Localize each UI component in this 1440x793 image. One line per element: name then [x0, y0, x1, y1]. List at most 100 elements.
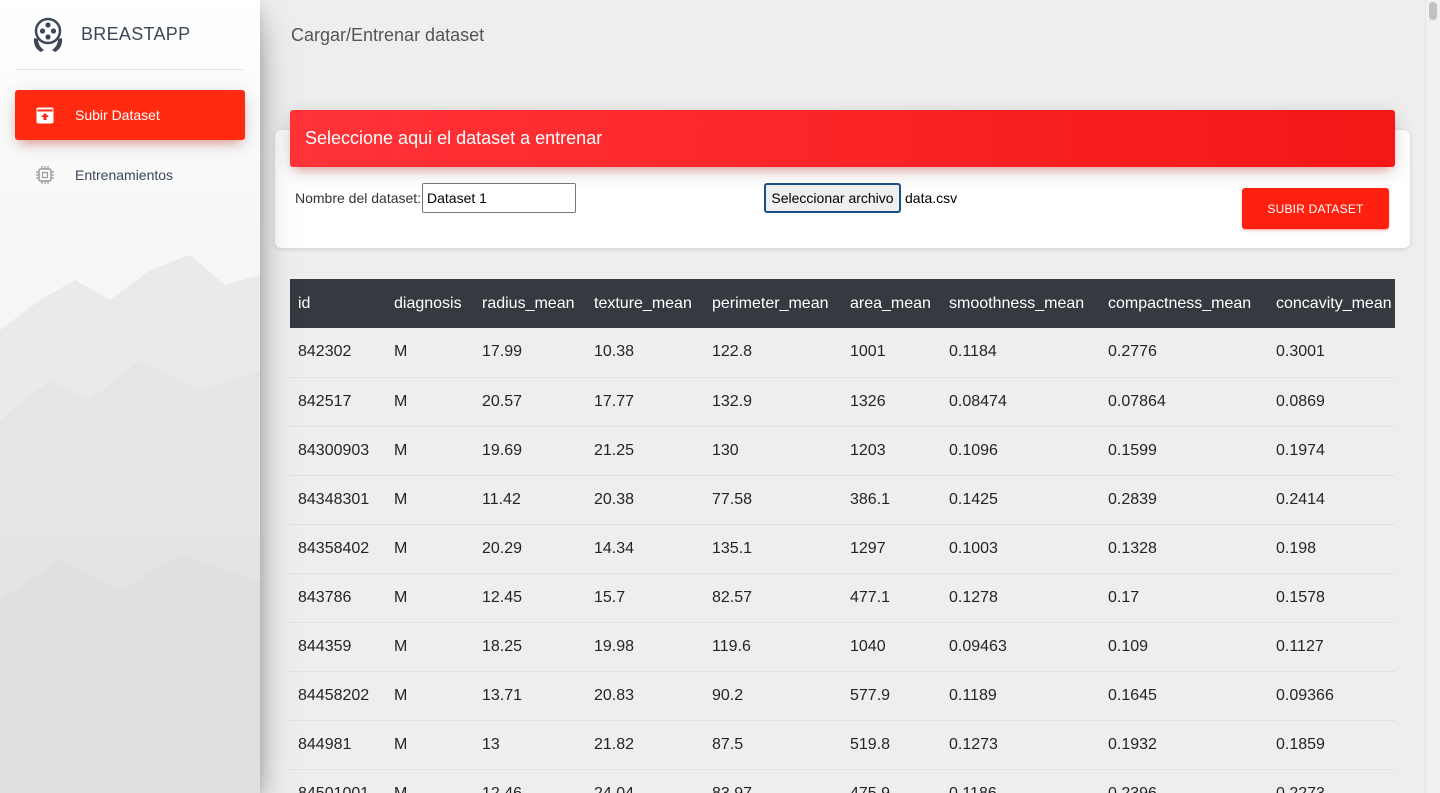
- sidebar-nav: Subir Dataset Entrenamientos: [0, 90, 260, 200]
- sidebar-item-label: Subir Dataset: [75, 107, 160, 123]
- table-cell-area-mean: 577.9: [850, 686, 891, 704]
- app-name: BREASTAPP: [81, 24, 191, 44]
- table-cell-diagnosis: M: [394, 441, 408, 459]
- table-cell-perimeter-mean: 82.57: [712, 588, 753, 606]
- table-cell-texture-mean: 10.38: [594, 343, 635, 361]
- table-body: 842302 M 17.99 10.38 122.8 1001 0.1184 0.2776 0.…: [290, 328, 1395, 793]
- selected-file-name: data.csv: [905, 190, 958, 206]
- table-cell-diagnosis: M: [394, 735, 408, 753]
- table-cell-area-mean: 386.1: [850, 490, 891, 508]
- table-cell-area-mean: 1203: [850, 441, 886, 459]
- upload-card-header: Seleccione aqui el dataset a entrenar: [290, 110, 1395, 167]
- dataset-table: id diagnosis radius_mean texture_mean pe…: [290, 279, 1395, 793]
- table-cell-compactness-mean: 0.1645: [1108, 686, 1157, 704]
- film-reel-hands-icon: [33, 17, 63, 52]
- table-row: 84300903 M 19.69 21.25 130 1203 0.1096 0.1599 0.…: [290, 426, 1395, 475]
- table-cell-perimeter-mean: 83.97: [712, 784, 753, 793]
- table-cell-diagnosis: M: [394, 784, 408, 793]
- table-cell-area-mean: 519.8: [850, 735, 891, 753]
- table-cell-id: 84458202: [298, 686, 370, 704]
- table-cell-smoothness-mean: 0.1184: [949, 343, 997, 361]
- table-cell-id: 84501001: [298, 784, 370, 793]
- select-file-button[interactable]: Seleccionar archivo: [764, 183, 901, 213]
- sidebar-item-label: Entrenamientos: [75, 167, 174, 183]
- table-cell-smoothness-mean: 0.1278: [949, 588, 998, 606]
- table-cell-perimeter-mean: 122.8: [712, 343, 753, 361]
- table-row: 844359 M 18.25 19.98 119.6 1040 0.09463 0.109 0.…: [290, 622, 1395, 671]
- table-row: 842302 M 17.99 10.38 122.8 1001 0.1184 0.2776 0.…: [290, 328, 1395, 377]
- dataset-name-input[interactable]: [422, 183, 576, 213]
- table-row: 842517 M 20.57 17.77 132.9 1326 0.08474 0.07864…: [290, 377, 1395, 426]
- table-cell-perimeter-mean: 132.9: [712, 392, 753, 410]
- table-cell-diagnosis: M: [394, 490, 408, 508]
- table-cell-radius-mean: 20.29: [482, 539, 523, 557]
- table-cell-radius-mean: 12.45: [482, 588, 523, 606]
- column-header-area-mean: area_mean: [850, 294, 931, 312]
- dataset-name-label: Nombre del dataset:: [295, 190, 422, 206]
- table-cell-smoothness-mean: 0.09463: [949, 637, 1007, 655]
- table-cell-radius-mean: 18.25: [482, 637, 523, 655]
- table-cell-perimeter-mean: 119.6: [712, 637, 751, 655]
- table-cell-concavity-mean: 0.3001: [1276, 343, 1325, 361]
- table-cell-radius-mean: 20.57: [482, 392, 523, 410]
- table-cell-area-mean: 1326: [850, 392, 886, 410]
- sidebar: BREASTAPP Subir Dataset Entrenamientos: [0, 0, 260, 793]
- table-header-row: id diagnosis radius_mean texture_mean pe…: [290, 279, 1395, 328]
- sidebar-item-entrenamientos[interactable]: Entrenamientos: [15, 150, 245, 200]
- table-cell-id: 844359: [298, 637, 352, 655]
- table-row: 844981 M 13 21.82 87.5 519.8 0.1273 0.1932 0.185…: [290, 720, 1395, 769]
- table-cell-texture-mean: 21.82: [594, 735, 635, 753]
- table-cell-compactness-mean: 0.2776: [1108, 343, 1157, 361]
- app-logo[interactable]: BREASTAPP: [15, 0, 245, 70]
- sidebar-item-subir-dataset[interactable]: Subir Dataset: [15, 90, 245, 140]
- upload-dataset-button[interactable]: SUBIR DATASET: [1242, 188, 1389, 229]
- table-cell-concavity-mean: 0.1578: [1276, 588, 1325, 606]
- table-row: 84348301 M 11.42 20.38 77.58 386.1 0.1425 0.283…: [290, 475, 1395, 524]
- table-cell-texture-mean: 14.34: [594, 539, 635, 557]
- table-cell-id: 843786: [298, 588, 352, 606]
- table-cell-area-mean: 477.1: [850, 588, 891, 606]
- table-cell-area-mean: 1297: [850, 539, 886, 557]
- table-cell-radius-mean: 19.69: [482, 441, 523, 459]
- table-cell-concavity-mean: 0.198: [1276, 539, 1317, 557]
- table-cell-texture-mean: 24.04: [594, 784, 635, 793]
- table-cell-texture-mean: 20.83: [594, 686, 635, 704]
- table-cell-smoothness-mean: 0.1186: [949, 784, 997, 793]
- column-header-concavity-mean: concavity_mean: [1276, 294, 1392, 312]
- table-cell-compactness-mean: 0.1328: [1108, 539, 1157, 557]
- scrollbar-thumb[interactable]: [1429, 2, 1437, 20]
- table-cell-concavity-mean: 0.2273: [1276, 784, 1325, 793]
- column-header-id: id: [298, 294, 311, 312]
- table-cell-compactness-mean: 0.2839: [1108, 490, 1157, 508]
- column-header-radius-mean: radius_mean: [482, 294, 575, 312]
- table-cell-compactness-mean: 0.17: [1108, 588, 1140, 606]
- table-cell-diagnosis: M: [394, 539, 408, 557]
- table-cell-texture-mean: 19.98: [594, 637, 635, 655]
- page-scrollbar[interactable]: [1425, 0, 1440, 793]
- table-cell-texture-mean: 15.7: [594, 588, 626, 606]
- table-cell-smoothness-mean: 0.1189: [949, 686, 997, 704]
- table-cell-smoothness-mean: 0.08474: [949, 392, 1007, 410]
- table-cell-radius-mean: 11.42: [482, 490, 521, 508]
- table-cell-compactness-mean: 0.1599: [1108, 441, 1157, 459]
- table-cell-compactness-mean: 0.2396: [1108, 784, 1157, 793]
- table-cell-compactness-mean: 0.07864: [1108, 392, 1166, 410]
- table-cell-perimeter-mean: 90.2: [712, 686, 744, 704]
- table-cell-id: 84348301: [298, 490, 370, 508]
- dataset-table-container[interactable]: id diagnosis radius_mean texture_mean pe…: [290, 279, 1395, 793]
- table-cell-diagnosis: M: [394, 343, 408, 361]
- table-cell-id: 84300903: [298, 441, 370, 459]
- table-cell-diagnosis: M: [394, 637, 408, 655]
- upload-card-title: Seleccione aqui el dataset a entrenar: [305, 128, 603, 148]
- table-row: 84458202 M 13.71 20.83 90.2 577.9 0.1189 0.1645…: [290, 671, 1395, 720]
- table-cell-perimeter-mean: 87.5: [712, 735, 744, 753]
- table-cell-concavity-mean: 0.1859: [1276, 735, 1325, 753]
- table-cell-id: 84358402: [298, 539, 370, 557]
- table-cell-id: 844981: [298, 735, 352, 753]
- column-header-texture-mean: texture_mean: [594, 294, 692, 312]
- table-cell-compactness-mean: 0.1932: [1108, 735, 1157, 753]
- table-cell-diagnosis: M: [394, 686, 408, 704]
- table-cell-concavity-mean: 0.1127: [1276, 637, 1324, 655]
- table-cell-area-mean: 1040: [850, 637, 886, 655]
- table-cell-perimeter-mean: 135.1: [712, 539, 753, 557]
